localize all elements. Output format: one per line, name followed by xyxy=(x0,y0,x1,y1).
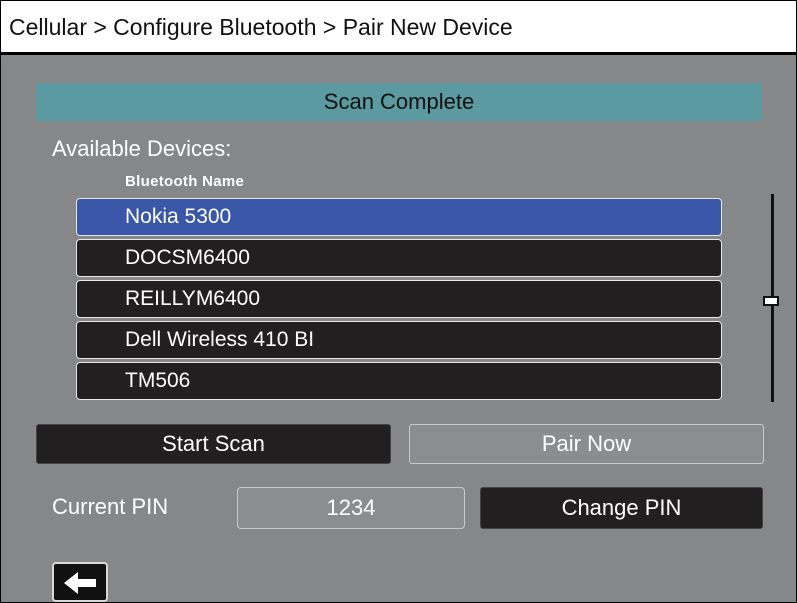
breadcrumb: Cellular > Configure Bluetooth > Pair Ne… xyxy=(9,14,513,40)
device-list-item[interactable]: TM506 xyxy=(76,362,722,400)
scrollbar-thumb[interactable] xyxy=(763,296,779,306)
title-bar: Cellular > Configure Bluetooth > Pair Ne… xyxy=(1,1,796,55)
left-arrow-icon xyxy=(64,572,96,594)
device-list-item[interactable]: Nokia 5300 xyxy=(76,198,722,236)
device-list-item[interactable]: REILLYM6400 xyxy=(76,280,722,318)
bluetooth-name-column-header: Bluetooth Name xyxy=(125,173,245,190)
device-screen: Cellular > Configure Bluetooth > Pair Ne… xyxy=(0,0,797,603)
device-list-item[interactable]: DOCSM6400 xyxy=(76,239,722,277)
current-pin-label: Current PIN xyxy=(52,494,169,519)
start-scan-button[interactable]: Start Scan xyxy=(36,424,391,464)
device-list-item[interactable]: Dell Wireless 410 BI xyxy=(76,321,722,359)
change-pin-button[interactable]: Change PIN xyxy=(480,487,763,529)
pair-now-button[interactable]: Pair Now xyxy=(409,424,764,464)
back-button[interactable] xyxy=(52,562,108,602)
current-pin-value: 1234 xyxy=(237,487,465,529)
available-devices-label: Available Devices: xyxy=(52,136,232,161)
scan-status-banner: Scan Complete xyxy=(36,83,762,121)
